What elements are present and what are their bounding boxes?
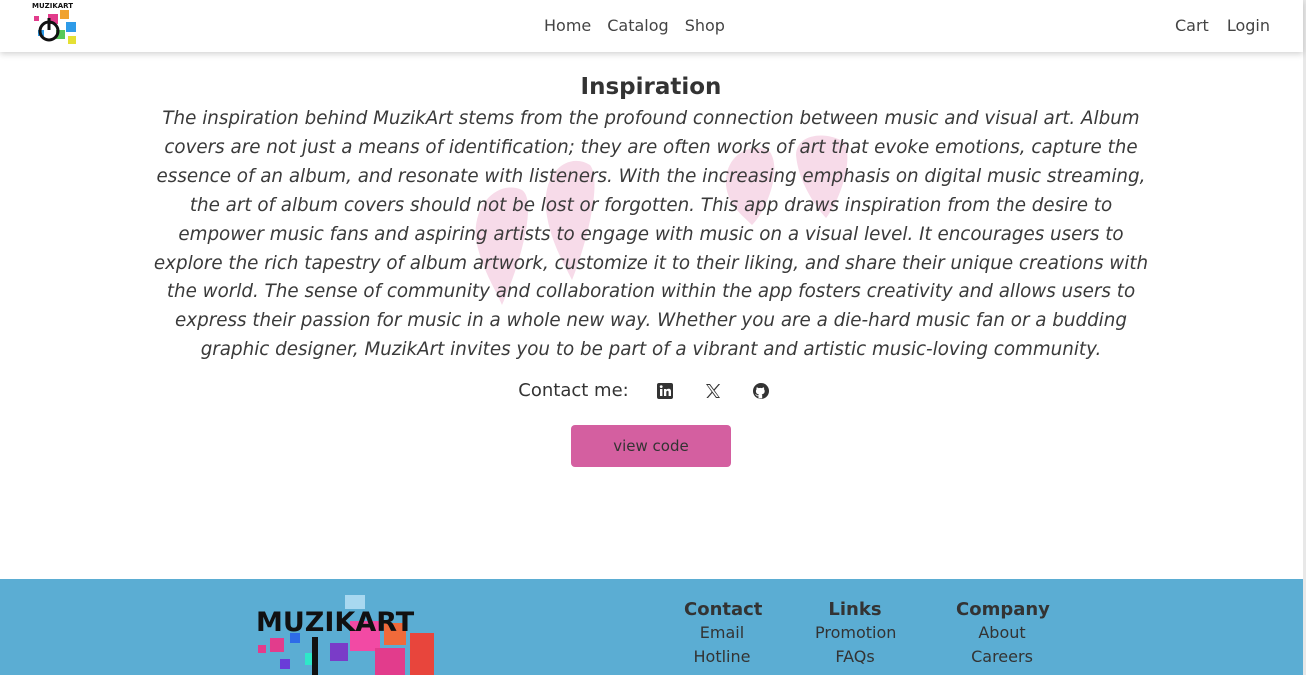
nav-logo[interactable]: MUZIKART [30, 0, 82, 50]
nav-link-cart[interactable]: Cart [1175, 16, 1209, 36]
footer-link-email[interactable]: Email [684, 621, 760, 645]
footer-logo-text: MUZIKART [256, 607, 415, 638]
footer-link-about[interactable]: About [956, 621, 1048, 645]
footer-logo[interactable]: MUZIKART [250, 593, 450, 675]
footer-link-faqs[interactable]: FAQs [815, 645, 895, 669]
footer-column-company: Company About Careers [956, 599, 1050, 669]
nav-logo-text: MUZIKART [32, 2, 73, 10]
footer-column-title: Company [956, 599, 1050, 620]
contact-row: Contact me: [0, 380, 1303, 401]
inspiration-title: Inspiration [580, 74, 722, 100]
inspiration-text: The inspiration behind MuzikArt stems fr… [153, 108, 1149, 361]
nav-user-links: Cart Login [1175, 16, 1270, 36]
github-icon[interactable] [752, 382, 770, 400]
contact-label: Contact me: [518, 380, 629, 401]
footer-link-hotline[interactable]: Hotline [684, 645, 760, 669]
view-code-button[interactable]: view code [571, 425, 731, 467]
footer-link-promotion[interactable]: Promotion [815, 621, 896, 645]
nav-link-login[interactable]: Login [1227, 16, 1270, 36]
x-twitter-icon[interactable] [704, 382, 722, 400]
nav-main-links: Home Catalog Shop [544, 16, 725, 36]
nav-link-shop[interactable]: Shop [685, 16, 725, 36]
footer: MUZIKART Contact Email Hotline Links Pro… [0, 579, 1303, 675]
footer-column-links: Links Promotion FAQs [815, 599, 896, 669]
footer-column-title: Contact [684, 599, 763, 620]
footer-column-title: Links [828, 599, 882, 620]
inspiration-section: Inspiration The inspiration behind Muzik… [140, 72, 1162, 365]
linkedin-icon[interactable] [656, 382, 674, 400]
nav-link-home[interactable]: Home [544, 16, 591, 36]
top-navbar: MUZIKART Home Catalog Shop Cart Login [0, 0, 1303, 52]
nav-link-catalog[interactable]: Catalog [607, 16, 668, 36]
footer-link-careers[interactable]: Careers [956, 645, 1048, 669]
footer-column-contact: Contact Email Hotline [684, 599, 763, 669]
